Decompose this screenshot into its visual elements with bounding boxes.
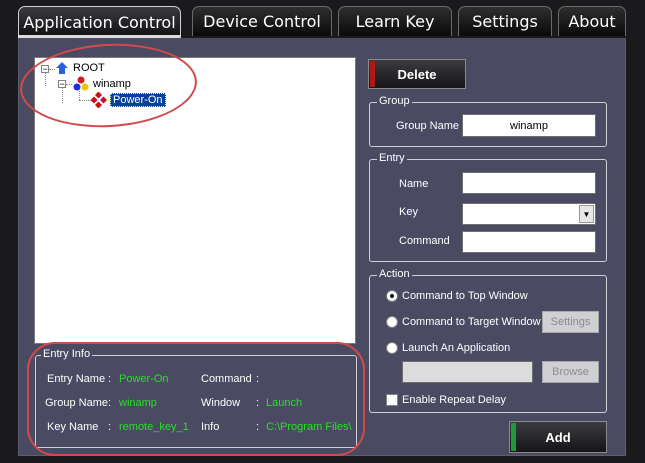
info-sep-4: : (256, 397, 260, 409)
info-command-label: Command (201, 373, 252, 385)
tab-application-control[interactable]: Application Control (18, 6, 181, 38)
app-path-input[interactable] (402, 361, 533, 383)
browse-button[interactable]: Browse (542, 361, 599, 383)
info-info-value: C:\Program Files\ (266, 421, 352, 433)
radio-top-window[interactable] (386, 290, 398, 302)
delete-accent (370, 61, 375, 87)
tab-settings[interactable]: Settings (458, 6, 552, 36)
home-icon (56, 62, 68, 74)
delete-button[interactable]: Delete (368, 59, 466, 89)
add-button[interactable]: Add (509, 421, 607, 453)
add-accent (511, 423, 516, 451)
tree-node-root[interactable]: ROOT (55, 61, 105, 75)
info-sep-2: : (256, 373, 260, 385)
radio-launch-app[interactable] (386, 342, 398, 354)
radio-top-window-label[interactable]: Command to Top Window (402, 290, 528, 302)
entry-command-label: Command (399, 235, 450, 247)
info-sep-6: : (256, 421, 260, 433)
radio-target-window-label[interactable]: Command to Target Window (402, 316, 541, 328)
group-collapse-icon[interactable]: − (58, 80, 66, 89)
info-window-label: Window (201, 397, 241, 409)
info-sep-1: : (108, 373, 112, 385)
entry-name-input[interactable] (462, 172, 596, 194)
chevron-down-icon[interactable]: ▼ (579, 205, 594, 223)
entry-command-input[interactable] (462, 231, 596, 253)
info-key-name-value: remote_key_1 (119, 421, 189, 433)
repeat-delay-label[interactable]: Enable Repeat Delay (402, 394, 506, 406)
info-sep-5: : (108, 421, 112, 433)
tree-entry-label: Power-On (110, 93, 166, 107)
info-window-value: Launch (266, 397, 303, 409)
group-name-input[interactable]: winamp (462, 114, 596, 137)
entry-key-select[interactable]: ▼ (462, 203, 596, 225)
entry-name-label: Name (399, 178, 429, 190)
group-name-label: Group Name (396, 120, 459, 132)
action-box-title: Action (377, 268, 412, 280)
entry-info-title: Entry Info (41, 348, 93, 360)
tree-node-power-on[interactable]: Power-On (91, 92, 166, 108)
tree-view[interactable]: − ROOT − winamp Power-On (34, 57, 356, 344)
entry-icon (91, 92, 107, 108)
info-sep-3: : (108, 397, 112, 409)
radio-launch-app-label[interactable]: Launch An Application (402, 342, 510, 354)
entry-key-label: Key (399, 206, 418, 218)
repeat-delay-checkbox[interactable] (386, 394, 398, 406)
root-collapse-icon[interactable]: − (41, 65, 49, 74)
group-icon (73, 76, 89, 91)
tab-about[interactable]: About (558, 6, 626, 36)
info-key-name-label: Key Name (47, 421, 99, 433)
tree-group-label: winamp (93, 78, 131, 90)
tab-learn-key[interactable]: Learn Key (338, 6, 452, 36)
entry-box-title: Entry (377, 152, 407, 164)
radio-target-window[interactable] (386, 316, 398, 328)
info-entry-name-label: Entry Name (47, 373, 106, 385)
tab-device-control[interactable]: Device Control (192, 6, 332, 36)
info-group-name-value: winamp (119, 397, 157, 409)
tree-node-winamp[interactable]: winamp (73, 76, 131, 92)
info-info-label: Info (201, 421, 220, 433)
group-box-title: Group (377, 95, 412, 107)
info-entry-name-value: Power-On (119, 373, 169, 385)
info-group-name-label: Group Name (45, 397, 108, 409)
tree-root-label: ROOT (73, 62, 105, 74)
target-settings-button[interactable]: Settings (542, 311, 599, 333)
